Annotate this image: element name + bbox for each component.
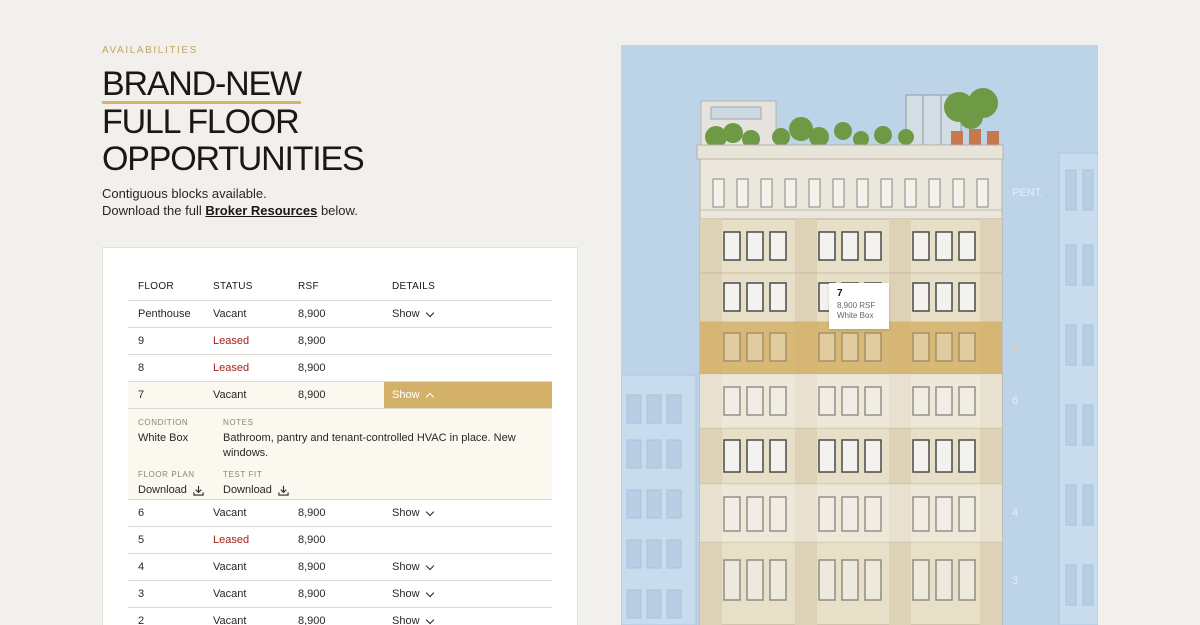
cell-floor: 4 — [138, 561, 145, 573]
chevron-down-icon — [425, 308, 434, 317]
floor-label-7[interactable]: 7 — [1012, 342, 1018, 354]
floor-label-penthouse[interactable]: PENT. — [1012, 187, 1043, 199]
headline-line-1: BRAND-NEW — [102, 65, 302, 104]
header-floor: FLOOR — [138, 280, 174, 292]
table-row: 6 Vacant 8,900 Show — [128, 500, 552, 527]
floor-label-3[interactable]: 3 — [1012, 575, 1018, 587]
floor-label-4[interactable]: 4 — [1012, 507, 1018, 519]
chevron-down-icon — [425, 507, 434, 516]
cell-rsf: 8,900 — [298, 534, 326, 546]
cell-rsf: 8,900 — [298, 615, 326, 625]
cell-details — [384, 355, 552, 381]
floor-label-6[interactable]: 6 — [1012, 395, 1018, 407]
cell-floor: 6 — [138, 507, 145, 519]
cell-rsf: 8,900 — [298, 308, 326, 320]
cell-status: Leased — [213, 335, 250, 347]
tooltip-condition: White Box — [837, 311, 874, 320]
building-illustration: PENT. 7 6 4 3 7 8,900 RSF White Box — [621, 45, 1098, 625]
availability-table: FLOOR STATUS RSF DETAILS Penthouse Vacan… — [128, 272, 552, 625]
show-details-button[interactable]: Show — [392, 507, 434, 519]
cell-status: Vacant — [213, 389, 247, 401]
floor-plan-download-button[interactable]: Download — [138, 483, 204, 498]
headline-line-2: FULL FLOOR — [102, 103, 300, 141]
show-details-button[interactable]: Show — [392, 561, 434, 573]
show-label: Show — [392, 308, 420, 320]
cell-rsf: 8,900 — [298, 561, 326, 573]
notes-label: NOTES — [223, 418, 254, 427]
cell-status: Vacant — [213, 561, 247, 573]
table-row: 8 Leased 8,900 — [128, 355, 552, 382]
chevron-up-icon — [425, 392, 434, 401]
cell-rsf: 8,900 — [298, 389, 326, 401]
table-header: FLOOR STATUS RSF DETAILS — [128, 272, 552, 301]
cell-floor: 2 — [138, 615, 145, 625]
broker-resources-link[interactable]: Broker Resources — [205, 203, 317, 218]
test-fit-label: TEST FIT — [223, 470, 263, 479]
notes-value: Bathroom, pantry and tenant-controlled H… — [223, 432, 516, 459]
cell-floor: 7 — [138, 389, 145, 401]
chevron-down-icon — [425, 588, 434, 597]
cell-status: Vacant — [213, 615, 247, 625]
show-label: Show — [392, 389, 420, 401]
chevron-down-icon — [425, 561, 434, 570]
download-label: Download — [223, 484, 272, 496]
header-rsf: RSF — [298, 280, 319, 292]
show-details-button[interactable]: Show — [392, 308, 434, 320]
show-label: Show — [392, 615, 420, 625]
cell-floor: 9 — [138, 335, 145, 347]
cell-status: Vacant — [213, 308, 247, 320]
cell-floor: Penthouse — [138, 308, 191, 320]
header-details: DETAILS — [392, 280, 436, 292]
cell-status: Vacant — [213, 588, 247, 600]
cell-floor: 5 — [138, 534, 145, 546]
cell-rsf: 8,900 — [298, 507, 326, 519]
test-fit-download-button[interactable]: Download — [223, 483, 289, 498]
download-icon — [278, 485, 289, 496]
intro-line-2-prefix: Download the full — [102, 203, 206, 218]
page-title: BRAND-NEW FULL FLOOR OPPORTUNITIES — [102, 65, 365, 178]
floor-details-panel: CONDITION White Box NOTES Bathroom, pant… — [128, 409, 552, 500]
cell-details — [384, 527, 552, 553]
tooltip-rsf: 8,900 RSF — [837, 301, 876, 310]
tooltip-floor: 7 — [837, 288, 843, 299]
intro-text: Contiguous blocks available. Download th… — [102, 185, 358, 219]
headline-line-3: OPPORTUNITIES — [102, 140, 365, 178]
cell-details — [384, 328, 552, 354]
condition-value: White Box — [138, 432, 189, 444]
eyebrow: AVAILABILITIES — [102, 45, 198, 56]
availability-card: FLOOR STATUS RSF DETAILS Penthouse Vacan… — [102, 247, 578, 625]
table-row-active: 7 Vacant 8,900 Show — [128, 382, 552, 409]
table-row: 2 Vacant 8,900 Show — [128, 608, 552, 625]
cell-status: Leased — [213, 534, 250, 546]
header-status: STATUS — [213, 280, 253, 292]
table-row: 9 Leased 8,900 — [128, 328, 552, 355]
cell-floor: 3 — [138, 588, 145, 600]
cell-status: Leased — [213, 362, 250, 374]
table-row: 5 Leased 8,900 — [128, 527, 552, 554]
show-label: Show — [392, 588, 420, 600]
chevron-down-icon — [425, 615, 434, 624]
show-label: Show — [392, 507, 420, 519]
cell-rsf: 8,900 — [298, 362, 326, 374]
cell-status: Vacant — [213, 507, 247, 519]
floor-tooltip: 7 8,900 RSF White Box — [829, 283, 889, 329]
table-row: 3 Vacant 8,900 Show — [128, 581, 552, 608]
cell-floor: 8 — [138, 362, 145, 374]
cell-rsf: 8,900 — [298, 588, 326, 600]
table-row: 4 Vacant 8,900 Show — [128, 554, 552, 581]
table-row: Penthouse Vacant 8,900 Show — [128, 301, 552, 328]
hide-details-button[interactable]: Show — [392, 389, 434, 401]
download-label: Download — [138, 484, 187, 496]
condition-label: CONDITION — [138, 418, 189, 427]
download-icon — [193, 485, 204, 496]
intro-line-2-suffix: below. — [317, 203, 358, 218]
building-facade-drawing — [621, 88, 1098, 625]
show-label: Show — [392, 561, 420, 573]
cell-rsf: 8,900 — [298, 335, 326, 347]
intro-line-1: Contiguous blocks available. — [102, 186, 267, 201]
show-details-button[interactable]: Show — [392, 588, 434, 600]
show-details-button[interactable]: Show — [392, 615, 434, 625]
floor-plan-label: FLOOR PLAN — [138, 470, 195, 479]
